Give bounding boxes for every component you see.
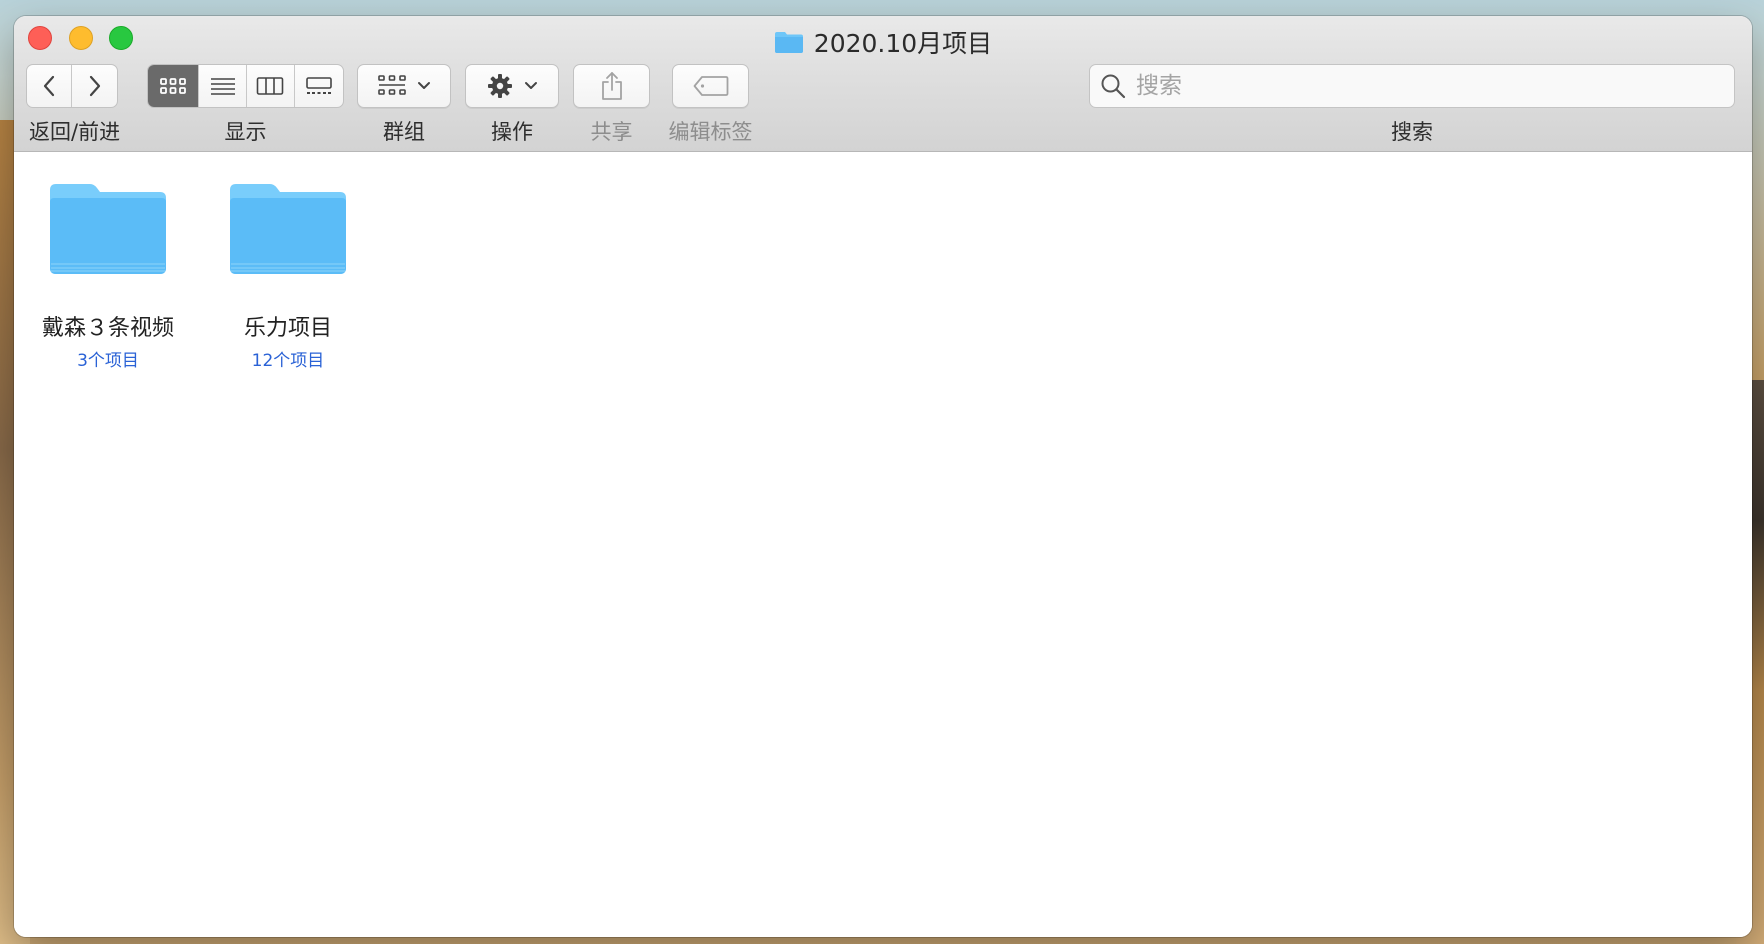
gallery-view-button[interactable] bbox=[295, 65, 344, 107]
list-view-icon bbox=[210, 78, 235, 95]
folder-item-count: 3个项目 bbox=[77, 351, 139, 371]
search-input[interactable] bbox=[1134, 72, 1698, 100]
folder-item-count: 12个项目 bbox=[251, 351, 325, 371]
view-label: 显示 bbox=[224, 120, 267, 144]
search-label: 搜索 bbox=[1391, 120, 1433, 144]
action-label: 操作 bbox=[491, 120, 533, 144]
group-button[interactable] bbox=[357, 64, 451, 108]
edit-tags-label: 编辑标签 bbox=[668, 120, 753, 144]
folder-item[interactable]: 戴森３条视频 3个项目 bbox=[18, 180, 198, 371]
chevron-right-icon bbox=[89, 75, 100, 97]
action-button[interactable] bbox=[465, 64, 559, 108]
forward-button[interactable] bbox=[72, 65, 117, 107]
search-field[interactable] bbox=[1089, 64, 1735, 108]
file-icon-grid: 戴森３条视频 3个项目 乐力项目 12个项目 bbox=[14, 152, 1752, 937]
share-icon bbox=[601, 72, 622, 100]
search-icon bbox=[1101, 74, 1126, 99]
folder-icon bbox=[50, 184, 166, 274]
tag-icon bbox=[693, 76, 728, 96]
edit-tags-button[interactable] bbox=[672, 64, 749, 108]
window-title-bar: 2020.10月项目 bbox=[14, 24, 1752, 58]
back-forward-control bbox=[26, 64, 118, 108]
folder-name: 乐力项目 bbox=[243, 316, 332, 341]
folder-icon bbox=[774, 32, 803, 53]
share-button[interactable] bbox=[573, 64, 650, 108]
group-by-icon bbox=[378, 75, 406, 95]
folder-item[interactable]: 乐力项目 12个项目 bbox=[198, 180, 378, 371]
column-view-button[interactable] bbox=[247, 65, 295, 107]
window-title: 2020.10月项目 bbox=[813, 29, 993, 58]
finder-window: 2020.10月项目 返回/前进 显示 群组 操作 共享 编辑标签 搜索 搜索 … bbox=[14, 16, 1752, 937]
chevron-down-icon bbox=[525, 82, 537, 89]
back-button[interactable] bbox=[27, 65, 73, 107]
folder-name: 戴森３条视频 bbox=[41, 316, 174, 341]
gear-icon bbox=[488, 74, 512, 98]
chevron-down-icon bbox=[418, 82, 430, 89]
gallery-view-icon bbox=[305, 77, 332, 94]
column-view-icon bbox=[256, 77, 284, 95]
share-label: 共享 bbox=[590, 120, 633, 144]
list-view-button[interactable] bbox=[199, 65, 247, 107]
group-label: 群组 bbox=[383, 120, 425, 144]
back-forward-label: 返回/前进 bbox=[29, 120, 121, 144]
folder-icon bbox=[230, 184, 346, 274]
view-mode-control bbox=[147, 64, 344, 108]
chevron-left-icon bbox=[43, 75, 55, 97]
icon-grid-icon bbox=[160, 78, 187, 94]
toolbar: 2020.10月项目 返回/前进 显示 群组 操作 共享 编辑标签 搜索 搜索 bbox=[14, 16, 1752, 152]
icon-view-button[interactable] bbox=[148, 65, 200, 107]
